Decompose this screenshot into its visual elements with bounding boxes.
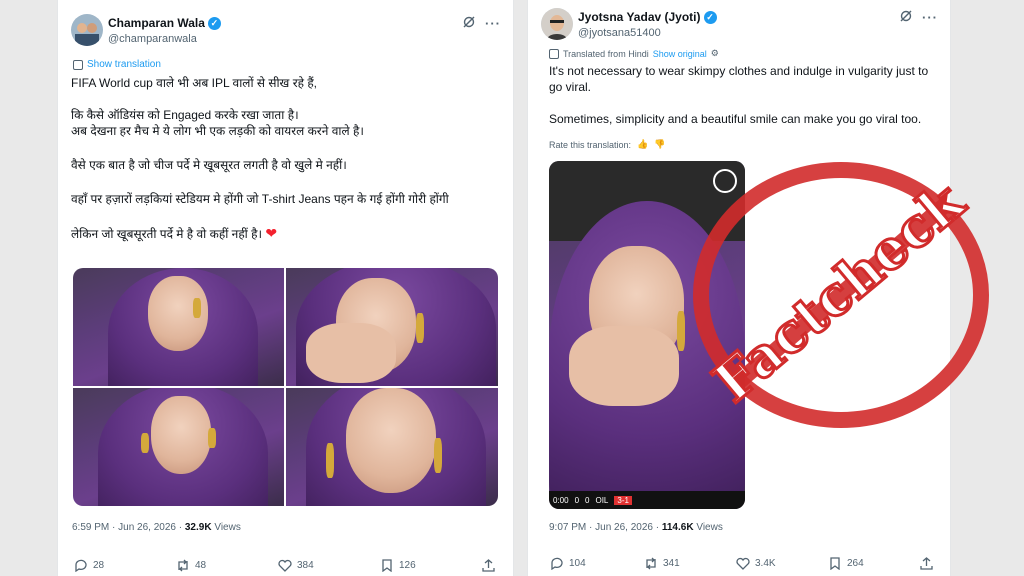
heart-icon [278,559,292,572]
repost-button[interactable]: 341 [644,557,680,570]
tweet-timestamp[interactable]: 6:59 PM · Jun 26, 2026 · 32.9K Views [72,522,241,533]
bookmark-button[interactable]: 126 [380,559,416,573]
rate-translation: Rate this translation: 👍 👎 [549,139,665,150]
more-icon[interactable]: ··· [485,16,501,31]
score-left: 0 [574,495,580,505]
like-button[interactable]: 3.4K [736,557,776,570]
tweet-text: It's not necessary to wear skimpy clothe… [549,63,941,127]
text-line: कि कैसे ऑडियंस को Engaged करके रखा जाता … [71,108,299,122]
repost-count: 341 [663,558,680,569]
text-line: वहाँ पर हज़ारों लड़कियां स्टेडियम मे हों… [71,192,449,206]
reply-icon [74,559,87,573]
verified-icon: ✓ [703,10,717,24]
translation-info: Translated from Hindi Show original ⚙ [549,48,719,59]
tweet-text: FIFA World cup वाले भी अब IPL वालों से स… [71,75,501,242]
tweet-timestamp[interactable]: 9:07 PM · Jun 26, 2026 · 114.6K Views [549,522,723,533]
views-count: 32.9K [184,522,212,533]
tweet-photo-1[interactable] [73,268,284,386]
tweet-photo-4[interactable] [286,388,498,506]
show-translation-link[interactable]: Show translation [73,59,161,70]
avatar[interactable] [71,14,103,46]
grok-icon[interactable] [463,16,475,28]
views-label: Views [696,522,723,533]
text-line: लेकिन जो खूबसूरती पर्दे मे है वो कहीं नह… [71,227,263,241]
score-result: 3-1 [614,495,632,505]
grok-icon[interactable] [900,10,912,22]
translate-icon [549,48,559,59]
share-button[interactable] [482,559,495,572]
settings-icon[interactable]: ⚙ [711,48,719,59]
text-paragraph: It's not necessary to wear skimpy clothe… [549,64,929,94]
share-icon [920,557,933,570]
repost-icon [644,557,657,570]
factcheck-stamp: Factcheck [693,162,989,428]
author-name[interactable]: Jyotsna Yadav (Jyoti) [578,10,701,24]
reply-count: 28 [93,560,105,571]
show-translation-label: Show translation [87,59,161,70]
repost-count: 48 [195,560,207,571]
show-original-link[interactable]: Show original [653,49,707,59]
heart-emoji-icon: ❤ [265,225,278,241]
author-name[interactable]: Champaran Wala [108,16,205,30]
like-count: 3.4K [755,558,776,569]
views-label: Views [214,522,241,533]
score-team: OIL [595,495,609,505]
author-handle[interactable]: @jyotsana51400 [578,27,661,39]
share-button[interactable] [920,557,933,570]
score-bar: 0:00 0 0 OIL 3-1 [549,491,745,509]
thumbs-down-icon[interactable]: 👎 [654,139,665,150]
repost-button[interactable]: 48 [176,559,206,572]
thumbs-up-icon[interactable]: 👍 [637,139,648,150]
bookmark-icon [380,559,393,573]
score-time: 0:00 [553,495,569,505]
bookmark-icon [828,557,841,571]
bookmark-count: 126 [399,560,416,571]
reply-button[interactable]: 104 [550,557,586,571]
text-line: FIFA World cup वाले भी अब IPL वालों से स… [71,76,318,90]
reply-button[interactable]: 28 [74,559,105,573]
tweet-photo-3[interactable] [73,388,284,506]
reply-count: 104 [569,558,586,569]
text-paragraph: Sometimes, simplicity and a beautiful sm… [549,112,922,126]
translate-icon [73,59,83,70]
tweet-header: Champaran Wala ✓ @champaranwala ··· [71,12,501,52]
reply-icon [550,557,563,571]
score-right: 0 [585,495,590,505]
like-count: 384 [297,560,314,571]
rate-label: Rate this translation: [549,139,632,150]
views-count: 114.6K [661,522,694,533]
tweet-card-left: Champaran Wala ✓ @champaranwala ··· Show… [58,0,513,576]
bookmark-count: 264 [847,558,864,569]
tweet-header: Jyotsna Yadav (Jyoti) ✓ @jyotsana51400 ·… [541,6,938,46]
share-icon [482,559,495,572]
bookmark-button[interactable]: 264 [828,557,864,571]
avatar[interactable] [541,8,573,40]
like-button[interactable]: 384 [278,559,314,572]
translated-from-label: Translated from Hindi [563,48,649,59]
repost-icon [176,559,189,572]
author-handle[interactable]: @champaranwala [108,33,197,45]
verified-icon: ✓ [207,16,221,30]
tweet-photo-2[interactable] [286,268,498,386]
text-line: अब देखना हर मैच मे ये लोग भी एक लड़की को… [71,124,364,138]
text-line: वैसे एक बात है जो चीज पर्दे मे खूबसूरत ल… [71,158,347,172]
more-icon[interactable]: ··· [922,10,938,25]
heart-icon [736,557,750,570]
